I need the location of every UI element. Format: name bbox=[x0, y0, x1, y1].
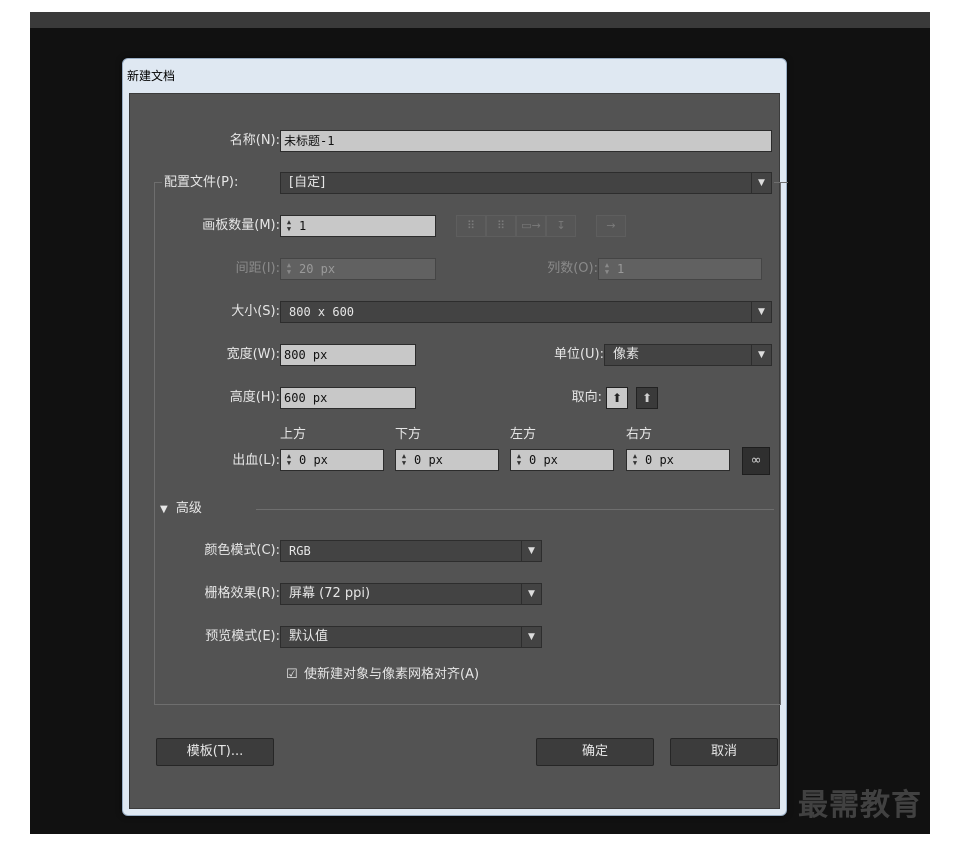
raster-select[interactable]: 屏幕 (72 ppi) ▼ bbox=[280, 583, 542, 605]
width-label: 宽度(W): bbox=[226, 347, 280, 362]
bleed-left-label: 左方 bbox=[510, 427, 537, 442]
size-select[interactable]: 800 x 600 ▼ bbox=[280, 301, 772, 323]
spinner-icon[interactable]: ▲ ▼ bbox=[601, 262, 613, 276]
bleed-top-value: 0 px bbox=[299, 453, 328, 467]
align-pixel-label: 使新建对象与像素网格对齐(A) bbox=[304, 667, 480, 682]
profile-group-border-rightside bbox=[780, 182, 781, 704]
right-to-left-icon[interactable]: → bbox=[596, 215, 626, 237]
artboards-label: 画板数量(M): bbox=[202, 218, 280, 233]
units-select[interactable]: 像素 ▼ bbox=[604, 344, 772, 366]
dialog-title: 新建文档 bbox=[127, 69, 176, 83]
link-icon[interactable]: ∞ bbox=[742, 447, 770, 475]
orientation-label: 取向: bbox=[571, 390, 602, 405]
preview-label: 预览模式(E): bbox=[205, 629, 280, 644]
size-label: 大小(S): bbox=[231, 304, 280, 319]
height-input[interactable]: 600 px bbox=[280, 387, 416, 409]
raster-value: 屏幕 (72 ppi) bbox=[289, 586, 371, 601]
bleed-top-label: 上方 bbox=[280, 427, 307, 442]
color-mode-select[interactable]: RGB ▼ bbox=[280, 540, 542, 562]
spinner-icon[interactable]: ▲ ▼ bbox=[283, 219, 295, 233]
top-bar bbox=[30, 12, 930, 28]
columns-input[interactable]: ▲ ▼ 1 bbox=[598, 258, 762, 280]
cancel-button[interactable]: 取消 bbox=[670, 738, 778, 766]
width-input[interactable]: 800 px bbox=[280, 344, 416, 366]
portrait-icon[interactable]: ⬆ bbox=[606, 387, 628, 409]
columns-label: 列数(O): bbox=[547, 261, 598, 276]
profile-label: 配置文件(P): bbox=[164, 175, 239, 190]
name-label: 名称(N): bbox=[229, 133, 280, 148]
bleed-bottom-input[interactable]: ▲ ▼ 0 px bbox=[395, 449, 499, 471]
bleed-right-input[interactable]: ▲ ▼ 0 px bbox=[626, 449, 730, 471]
spinner-icon[interactable]: ▲ ▼ bbox=[513, 453, 525, 467]
templates-button[interactable]: 模板(T)... bbox=[156, 738, 274, 766]
checkmark-icon: ☑ bbox=[286, 667, 298, 682]
chevron-down-icon: ▼ bbox=[751, 302, 771, 322]
bleed-right-value: 0 px bbox=[645, 453, 674, 467]
bleed-right-label: 右方 bbox=[626, 427, 653, 442]
spacing-input[interactable]: ▲ ▼ 20 px bbox=[280, 258, 436, 280]
name-input[interactable]: 未标题-1 bbox=[280, 130, 772, 152]
chevron-down-icon: ▼ bbox=[751, 345, 771, 365]
profile-group-border-bottom bbox=[154, 704, 781, 705]
profile-select[interactable]: [自定] ▼ bbox=[280, 172, 772, 194]
advanced-label: 高级 bbox=[175, 501, 202, 516]
columns-value: 1 bbox=[617, 262, 625, 276]
raster-label: 栅格效果(R): bbox=[204, 586, 280, 601]
chevron-down-icon: ▼ bbox=[521, 584, 541, 604]
triangle-down-icon: ▼ bbox=[160, 504, 168, 515]
spinner-icon[interactable]: ▲ ▼ bbox=[629, 453, 641, 467]
bleed-bottom-label: 下方 bbox=[395, 427, 422, 442]
chevron-down-icon: ▼ bbox=[521, 541, 541, 561]
spacing-label: 间距(I): bbox=[235, 261, 280, 276]
advanced-divider bbox=[256, 509, 774, 510]
units-label: 单位(U): bbox=[553, 347, 604, 362]
color-mode-label: 颜色模式(C): bbox=[204, 543, 280, 558]
bleed-left-input[interactable]: ▲ ▼ 0 px bbox=[510, 449, 614, 471]
arrange-by-column-icon[interactable]: ↧ bbox=[546, 215, 576, 237]
new-document-dialog: 新建文档 名称(N): 未标题-1 配置文件(P): [自定] ▼ 画板数量(M… bbox=[122, 58, 788, 816]
chevron-down-icon: ▼ bbox=[751, 173, 771, 193]
profile-group-border-left bbox=[154, 182, 162, 183]
color-mode-value: RGB bbox=[289, 544, 311, 558]
arrange-by-row-icon[interactable]: ▭→ bbox=[516, 215, 546, 237]
watermark: 最需教育 bbox=[798, 788, 922, 823]
spinner-icon[interactable]: ▲ ▼ bbox=[398, 453, 410, 467]
spinner-icon[interactable]: ▲ ▼ bbox=[283, 453, 295, 467]
landscape-icon[interactable]: ⬆ bbox=[636, 387, 658, 409]
preview-select[interactable]: 默认值 ▼ bbox=[280, 626, 542, 648]
size-value: 800 x 600 bbox=[289, 305, 355, 319]
units-value: 像素 bbox=[613, 347, 640, 362]
spacing-value: 20 px bbox=[299, 262, 336, 276]
bleed-top-input[interactable]: ▲ ▼ 0 px bbox=[280, 449, 384, 471]
align-pixel-checkbox[interactable]: ☑ bbox=[286, 664, 298, 686]
spinner-icon[interactable]: ▲ ▼ bbox=[283, 262, 295, 276]
grid-by-column-icon[interactable]: ⠿ bbox=[486, 215, 516, 237]
height-label: 高度(H): bbox=[229, 390, 280, 405]
artboards-value: 1 bbox=[299, 219, 307, 233]
artboards-input[interactable]: ▲ ▼ 1 bbox=[280, 215, 436, 237]
bleed-bottom-value: 0 px bbox=[414, 453, 443, 467]
ok-button[interactable]: 确定 bbox=[536, 738, 654, 766]
advanced-toggle[interactable]: ▼ 高级 bbox=[160, 498, 202, 521]
profile-group-border-right bbox=[774, 182, 788, 183]
grid-by-row-icon[interactable]: ⠿ bbox=[456, 215, 486, 237]
profile-value: [自定] bbox=[289, 175, 326, 190]
bleed-label: 出血(L): bbox=[232, 453, 280, 468]
bleed-left-value: 0 px bbox=[529, 453, 558, 467]
chevron-down-icon: ▼ bbox=[521, 627, 541, 647]
preview-value: 默认值 bbox=[289, 629, 329, 644]
dialog-body: 名称(N): 未标题-1 配置文件(P): [自定] ▼ 画板数量(M): ▲ ▼… bbox=[129, 93, 788, 809]
